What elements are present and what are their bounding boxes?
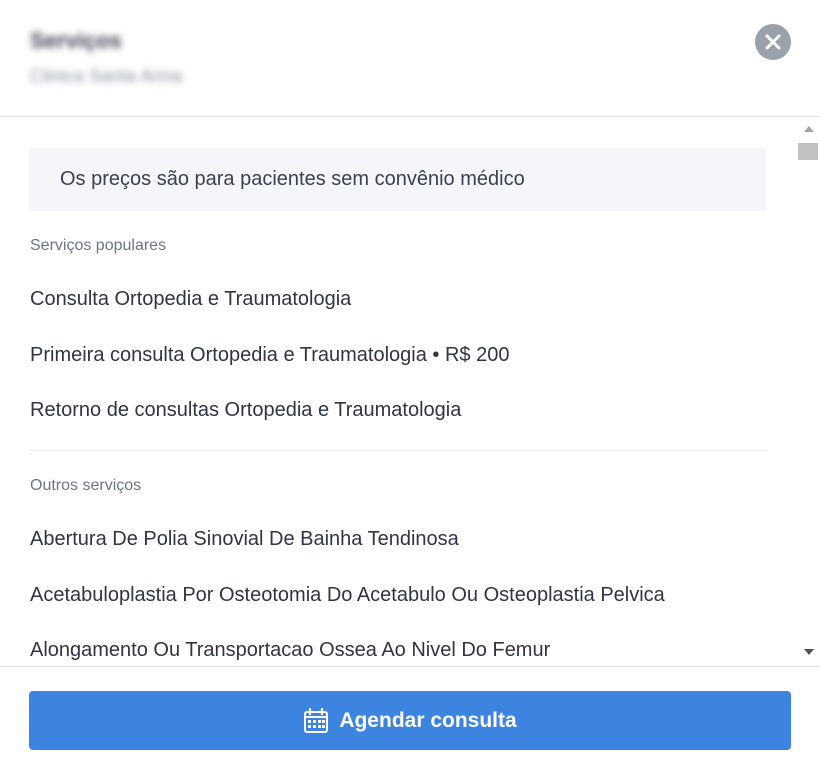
service-item[interactable]: Retorno de consultas Ortopedia e Traumat… [30, 399, 461, 422]
service-item[interactable]: Acetabuloplastia Por Osteotomia Do Aceta… [30, 584, 665, 607]
section-divider [29, 450, 766, 451]
scroll-thumb[interactable] [798, 143, 818, 160]
schedule-appointment-button[interactable]: Agendar consulta [29, 691, 791, 750]
scrollbar[interactable] [797, 118, 820, 666]
clinic-name: Clinica Santa Anna [30, 66, 183, 86]
price-notice: Os preços são para pacientes sem convêni… [29, 148, 766, 211]
scroll-up-arrow-icon[interactable] [804, 126, 814, 132]
price-notice-text: Os preços são para pacientes sem convêni… [60, 168, 525, 190]
close-icon [765, 34, 781, 50]
calendar-icon [304, 707, 329, 733]
scroll-down-arrow-icon[interactable] [804, 649, 814, 655]
close-button[interactable] [755, 24, 791, 60]
service-item[interactable]: Primeira consulta Ortopedia e Traumatolo… [30, 344, 509, 367]
modal-header: Serviços Clinica Santa Anna [0, 0, 820, 117]
modal-footer: Agendar consulta [0, 666, 820, 772]
other-services-label: Outros serviços [30, 477, 142, 494]
service-item[interactable]: Abertura De Polia Sinovial De Bainha Ten… [30, 528, 459, 551]
schedule-appointment-label: Agendar consulta [339, 708, 517, 732]
service-item[interactable]: Alongamento Ou Transportacao Ossea Ao Ni… [30, 639, 550, 662]
popular-services-label: Serviços populares [30, 237, 167, 254]
modal-title: Serviços [30, 28, 122, 53]
services-list: Os preços são para pacientes sem convêni… [0, 118, 797, 666]
service-item[interactable]: Consulta Ortopedia e Traumatologia [30, 288, 351, 311]
